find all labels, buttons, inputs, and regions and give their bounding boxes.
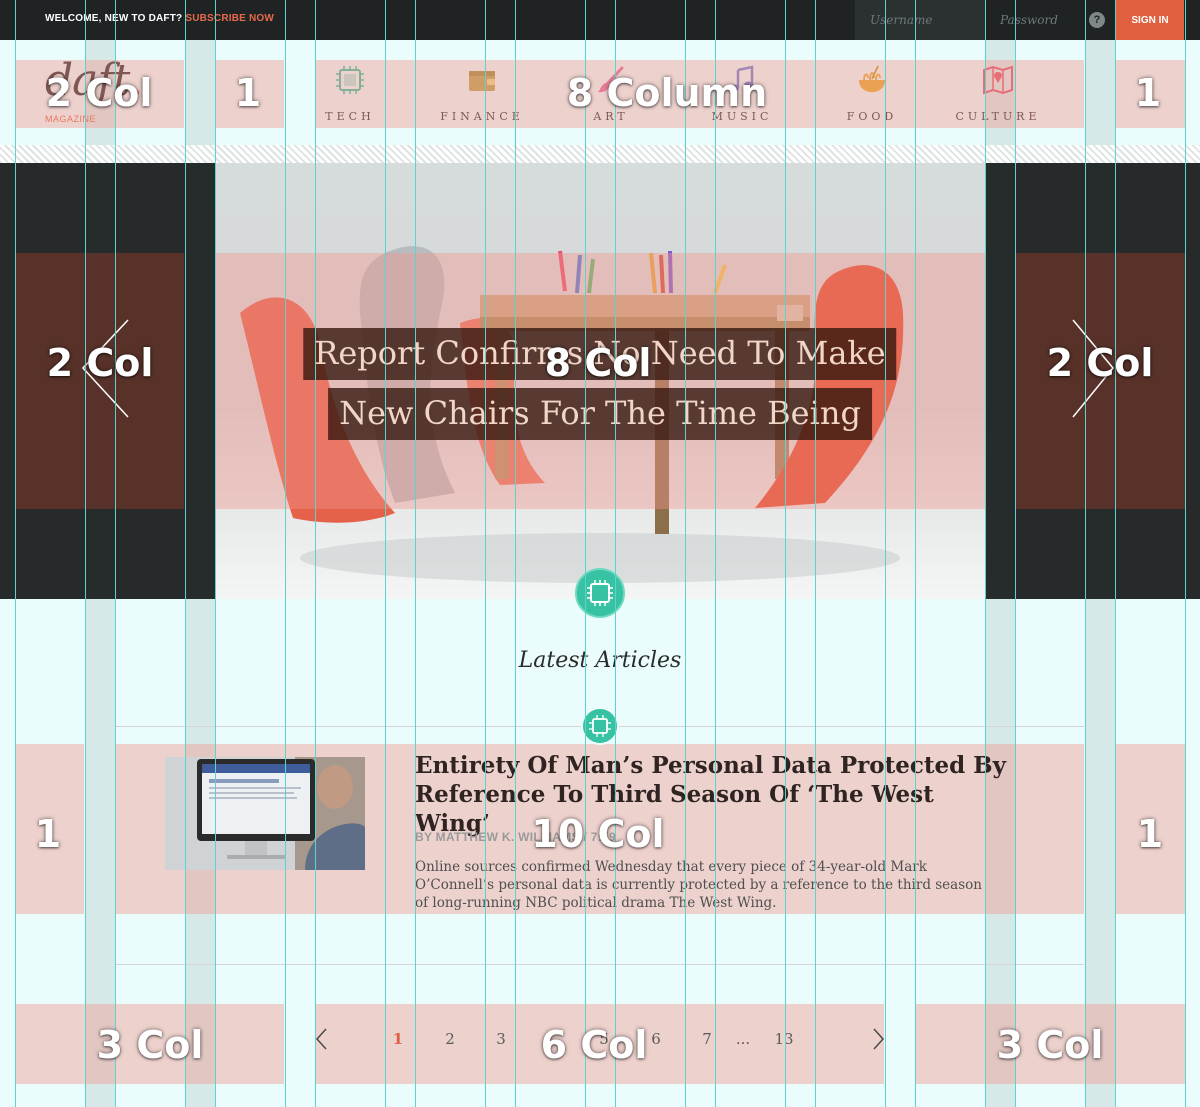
annotation-header-logo: 2 Col <box>45 71 153 115</box>
page-number-1[interactable]: 1 <box>383 1030 413 1048</box>
hero-title-line-2[interactable]: New Chairs For The Time Being <box>328 388 872 440</box>
annotation-hero-left: 2 Col <box>46 341 154 385</box>
section-title: Latest Articles <box>518 648 682 673</box>
grid-guide-line <box>985 0 986 1107</box>
grid-guide-line <box>515 0 516 1107</box>
annotation-hero-right: 2 Col <box>1046 341 1154 385</box>
grid-guide-line <box>1015 0 1016 1107</box>
grid-guide-line <box>785 0 786 1107</box>
page-number-2[interactable]: 2 <box>435 1030 465 1048</box>
grid-guide-line <box>285 0 286 1107</box>
chip-icon <box>589 715 611 737</box>
page-ellipsis: ... <box>735 1030 751 1048</box>
annotation-article-center: 10 Col <box>531 812 665 856</box>
grid-guide-line <box>185 0 186 1107</box>
annotation-header-nav: 8 Column <box>566 71 768 115</box>
page-number-3[interactable]: 3 <box>486 1030 516 1048</box>
hatched-divider <box>0 145 1200 163</box>
welcome-message: WELCOME, NEW TO DAFT? SUBSCRIBE NOW <box>45 13 274 24</box>
grid-guide-line <box>815 0 816 1107</box>
grid-guide-line <box>1185 0 1186 1107</box>
annotation-article-right: 1 <box>1136 812 1164 856</box>
welcome-text: WELCOME, NEW TO DAFT? <box>45 13 183 24</box>
grid-guide-line <box>485 0 486 1107</box>
grid-guide-line <box>85 0 86 1107</box>
sign-in-button[interactable]: SIGN IN <box>1116 0 1184 40</box>
computer-photo <box>165 757 365 870</box>
annotation-pager-left: 3 Col <box>96 1023 204 1067</box>
chip-icon <box>587 580 613 606</box>
article-thumbnail[interactable] <box>165 757 365 870</box>
page-number-13[interactable]: 13 <box>769 1030 799 1048</box>
annotation-pager-center: 6 Col <box>540 1023 648 1067</box>
username-field[interactable] <box>855 0 985 40</box>
grid-guide-line <box>1115 0 1116 1107</box>
grid-guide-line <box>585 0 586 1107</box>
grid-guide-line <box>685 0 686 1107</box>
grid-column-tint <box>185 163 215 599</box>
article-category-badge <box>581 707 619 745</box>
grid-guide-line <box>385 0 386 1107</box>
grid-guide-line <box>415 0 416 1107</box>
help-icon[interactable]: ? <box>1089 12 1105 28</box>
grid-guide-line <box>215 0 216 1107</box>
annotation-pager-right: 3 Col <box>996 1023 1104 1067</box>
grid-guide-line <box>885 0 886 1107</box>
password-field[interactable] <box>985 0 1085 40</box>
grid-guide-line <box>915 0 916 1107</box>
annotation-article-left: 1 <box>34 812 62 856</box>
article-excerpt: Online sources confirmed Wednesday that … <box>415 859 982 911</box>
annotation-hero-center: 8 Col <box>544 341 652 385</box>
grid-guide-line <box>715 0 716 1107</box>
grid-guide-line <box>1085 0 1086 1107</box>
grid-column-tint <box>985 163 1015 599</box>
grid-guide-line <box>15 0 16 1107</box>
grid-guide-line <box>315 0 316 1107</box>
category-badge <box>575 568 625 618</box>
annotation-header-left-gutter: 1 <box>234 71 262 115</box>
annotation-header-right-gutter: 1 <box>1134 71 1162 115</box>
divider <box>115 964 1084 965</box>
grid-guide-line <box>115 0 116 1107</box>
page-number-7[interactable]: 7 <box>692 1030 722 1048</box>
subscribe-link[interactable]: SUBSCRIBE NOW <box>185 13 274 24</box>
grid-guide-line <box>615 0 616 1107</box>
